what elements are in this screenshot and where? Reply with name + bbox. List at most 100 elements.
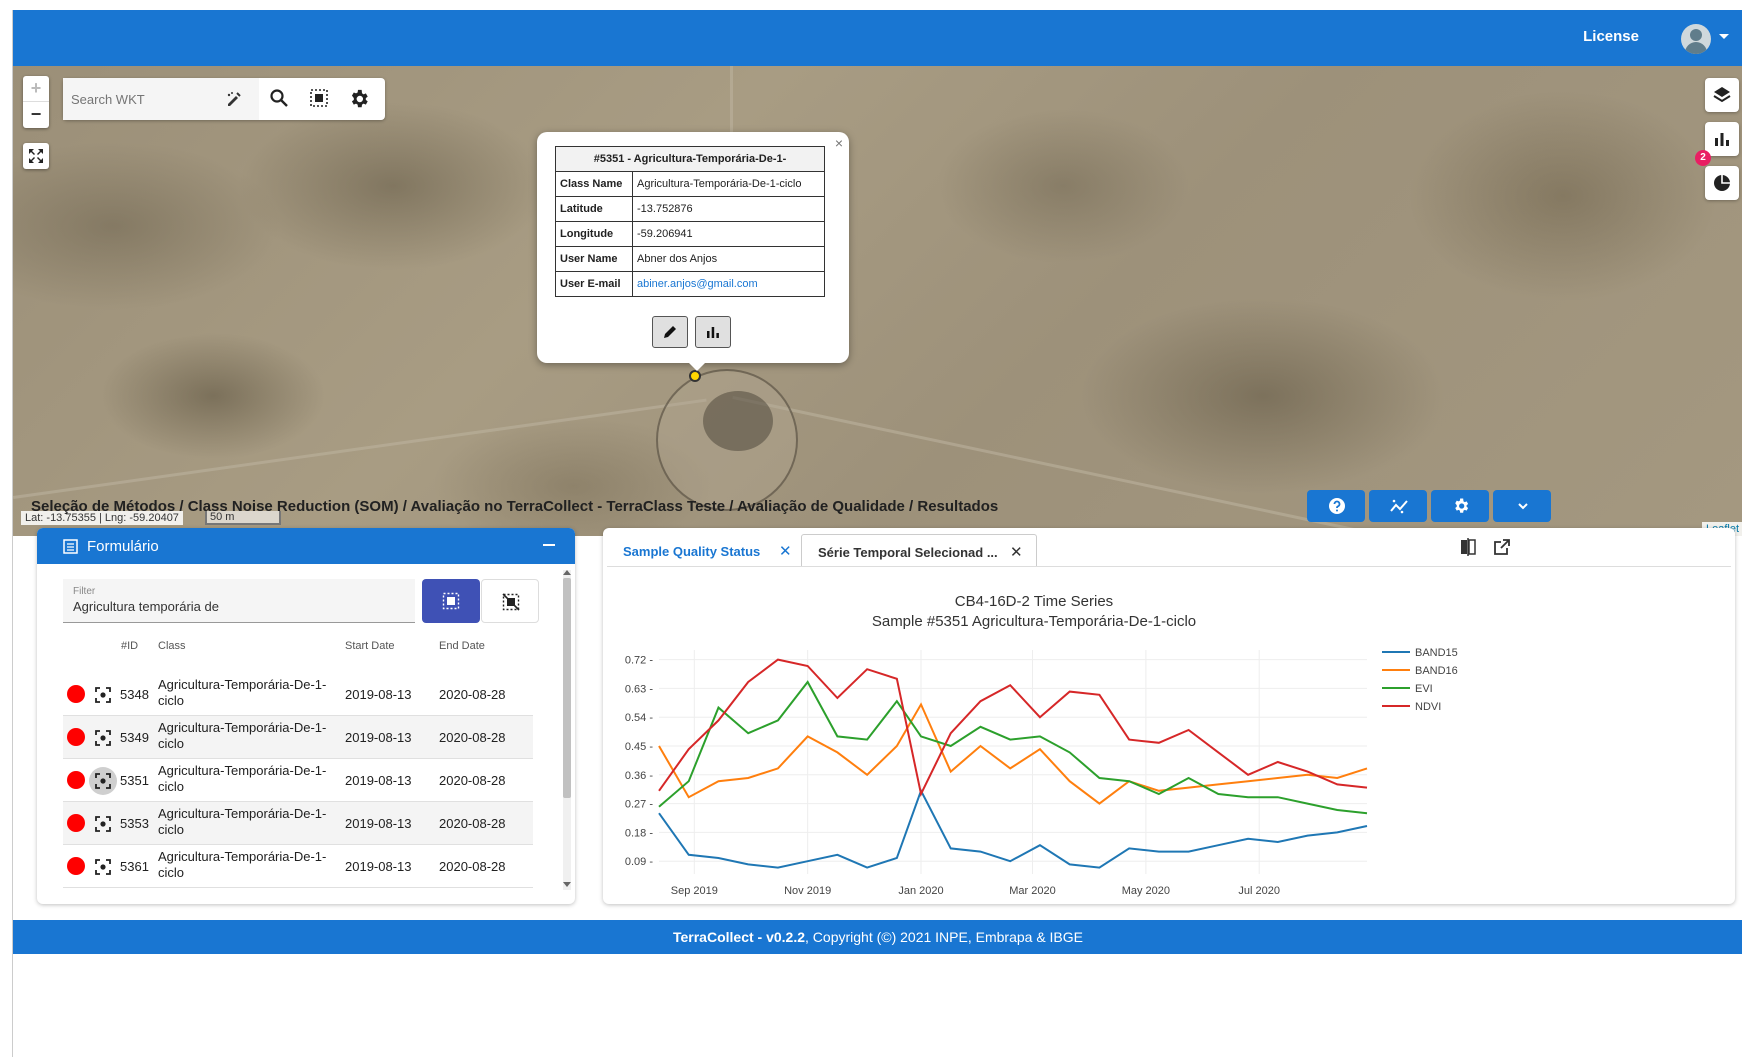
legend-item[interactable]: EVI [1415, 683, 1433, 695]
tab-sample-quality-status[interactable]: Sample Quality Status ✕ [607, 534, 801, 566]
y-tick-label: 0.72 - [625, 655, 653, 667]
sample-marker[interactable] [689, 370, 701, 382]
popup-value: -13.752876 [632, 196, 825, 222]
license-link[interactable]: License [1583, 28, 1639, 45]
expand-button[interactable] [1493, 490, 1551, 522]
deselect-icon [502, 593, 520, 611]
draw-icon[interactable] [225, 90, 243, 113]
filter-value: Agricultura temporária de [73, 599, 219, 614]
y-tick-label: 0.63 - [625, 683, 653, 695]
select-all-button[interactable] [422, 579, 480, 623]
table-row[interactable]: 5361 Agricultura-Temporária-De-1-ciclo 2… [63, 845, 533, 888]
scroll-up-arrow[interactable] [563, 570, 571, 575]
settings-button[interactable] [1431, 490, 1489, 522]
collapse-button[interactable] [543, 544, 555, 546]
series-line-band15[interactable] [658, 788, 1368, 869]
search-icon[interactable] [269, 88, 289, 113]
scrollbar-thumb[interactable] [563, 578, 571, 798]
time-series-chart[interactable]: CB4-16D-2 Time Series Sample #5351 Agric… [609, 574, 1471, 898]
row-start-date: 2019-08-13 [345, 730, 412, 745]
layers-icon [1713, 87, 1731, 103]
close-icon[interactable]: × [835, 135, 843, 151]
popup-key: Class Name [555, 171, 633, 197]
row-start-date: 2019-08-13 [345, 773, 412, 788]
chevron-down-icon[interactable] [1719, 34, 1729, 39]
column-header-id[interactable]: #ID [121, 640, 138, 652]
series-line-band16[interactable] [658, 702, 1368, 805]
chart-card: Sample Quality Status ✕ Série Temporal S… [603, 528, 1735, 904]
popup-value: Abner dos Anjos [632, 246, 825, 272]
legend-item[interactable]: NDVI [1415, 701, 1441, 713]
table-row[interactable]: 5353 Agricultura-Temporária-De-1-ciclo 2… [63, 802, 533, 845]
top-bar: License [13, 10, 1742, 66]
map-view[interactable]: + − Search WKT 2 × #5351 - Agricultura-T… [13, 66, 1742, 536]
legend-item[interactable]: BAND15 [1415, 647, 1458, 659]
tab-divider [607, 566, 1731, 567]
y-tick-label: 0.36 - [625, 770, 653, 782]
footer-brand: TerraCollect - v0.2.2 [672, 929, 806, 945]
breadcrumb: Seleção de Métodos / Class Noise Reducti… [31, 498, 999, 515]
select-all-icon [442, 592, 460, 610]
row-start-date: 2019-08-13 [345, 687, 412, 702]
popup-key: Latitude [555, 196, 633, 222]
filter-field[interactable]: Filter Agricultura temporária de [63, 579, 415, 623]
zoom-in-button[interactable]: + [23, 76, 49, 102]
y-tick-label: 0.18 - [625, 827, 653, 839]
center-focus-icon [95, 687, 111, 703]
row-class: Agricultura-Temporária-De-1-ciclo [158, 849, 327, 880]
focus-sample-button[interactable] [89, 681, 117, 709]
chart-button[interactable] [1705, 122, 1739, 156]
column-header-class[interactable]: Class [158, 640, 186, 652]
fullscreen-button[interactable] [23, 143, 49, 169]
focus-sample-button[interactable] [89, 767, 117, 795]
notification-badge: 2 [1695, 150, 1711, 166]
analytics-button[interactable] [1369, 490, 1427, 522]
deselect-all-button[interactable] [481, 579, 539, 623]
email-link[interactable]: abiner.anjos@gmail.com [637, 278, 758, 290]
popup-value: Agricultura-Temporária-De-1-ciclo [632, 171, 825, 197]
user-avatar[interactable] [1681, 24, 1711, 54]
status-dot[interactable] [67, 728, 85, 746]
row-end-date: 2020-08-28 [439, 687, 506, 702]
row-class: Agricultura-Temporária-De-1-ciclo [158, 720, 327, 751]
status-dot[interactable] [67, 685, 85, 703]
legend-item[interactable]: BAND16 [1415, 665, 1458, 677]
popup-key: User E-mail [555, 271, 633, 297]
column-header-start-date[interactable]: Start Date [345, 640, 395, 652]
x-tick-label: Sep 2019 [671, 885, 718, 897]
zoom-out-button[interactable]: − [23, 102, 49, 128]
filter-label: Filter [73, 586, 96, 597]
table-row[interactable]: 5351 Agricultura-Temporária-De-1-ciclo 2… [63, 759, 533, 802]
series-line-evi[interactable] [658, 680, 1368, 815]
time-series-button[interactable] [695, 316, 731, 348]
table-row[interactable]: 5349 Agricultura-Temporária-De-1-ciclo 2… [63, 716, 533, 759]
focus-sample-button[interactable] [89, 853, 117, 881]
close-icon[interactable]: ✕ [779, 542, 792, 560]
close-icon[interactable]: ✕ [1010, 543, 1023, 561]
compare-button[interactable] [1459, 538, 1477, 561]
table-row[interactable]: 5348 Agricultura-Temporária-De-1-ciclo 2… [63, 673, 533, 716]
open-external-button[interactable] [1493, 538, 1511, 561]
row-id: 5348 [120, 687, 149, 702]
focus-sample-button[interactable] [89, 810, 117, 838]
x-tick-label: Jan 2020 [898, 885, 943, 897]
footer: TerraCollect - v0.2.2, Copyright (©) 202… [13, 920, 1742, 954]
select-area-icon[interactable] [309, 88, 329, 113]
edit-button[interactable] [652, 316, 688, 348]
column-header-end-date[interactable]: End Date [439, 640, 485, 652]
gear-icon[interactable] [348, 88, 370, 115]
scroll-down-arrow[interactable] [563, 882, 571, 887]
status-dot[interactable] [67, 857, 85, 875]
tab-time-series[interactable]: Série Temporal Selecionad ... ✕ [801, 534, 1037, 566]
row-end-date: 2020-08-28 [439, 730, 506, 745]
x-tick-label: Mar 2020 [1009, 885, 1055, 897]
status-dot[interactable] [67, 814, 85, 832]
help-button[interactable] [1307, 490, 1365, 522]
bar-chart-icon [1715, 133, 1729, 146]
layers-button[interactable] [1705, 78, 1739, 112]
status-dot[interactable] [67, 771, 85, 789]
focus-sample-button[interactable] [89, 724, 117, 752]
chart-subtitle: Sample #5351 Agricultura-Temporária-De-1… [872, 613, 1196, 630]
center-focus-icon [95, 859, 111, 875]
pie-button[interactable] [1705, 166, 1739, 200]
